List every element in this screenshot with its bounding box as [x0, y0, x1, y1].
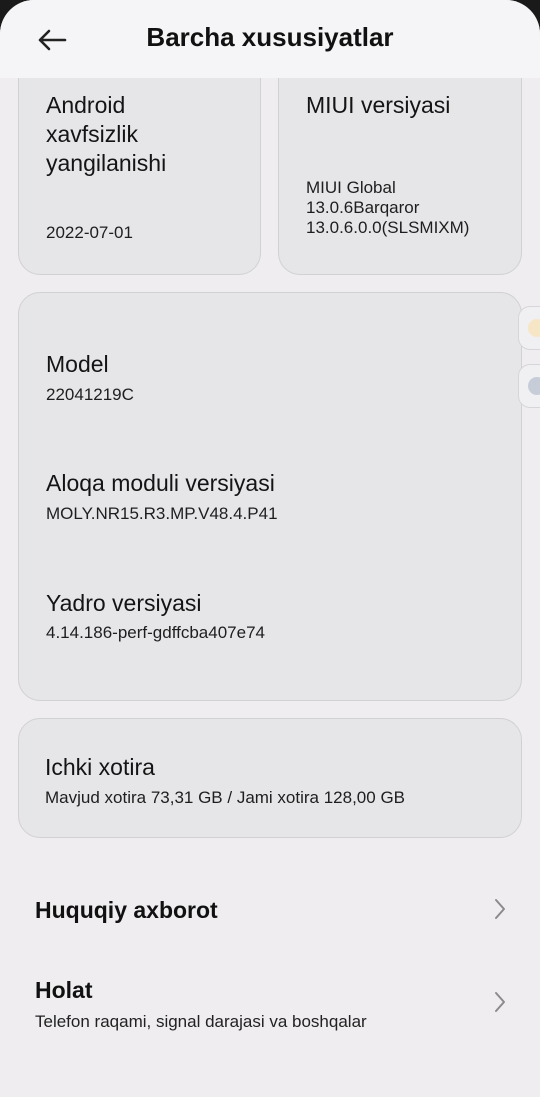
security-patch-card[interactable]: Android xavfsizlik yangilanishi 2022-07-… — [18, 60, 261, 275]
status-subtitle: Telefon raqami, signal darajasi va boshq… — [35, 1012, 367, 1031]
floating-sidebar-handle-2[interactable] — [518, 364, 540, 408]
internal-storage-card[interactable]: Ichki xotira Mavjud xotira 73,31 GB / Ja… — [18, 718, 522, 838]
legal-information-title: Huquqiy axborot — [35, 897, 218, 923]
baseband-value: MOLY.NR15.R3.MP.V48.4.P41 — [46, 504, 278, 523]
floating-sidebar-handle-1[interactable] — [518, 306, 540, 350]
model-value[interactable]: 22041219C — [46, 385, 134, 405]
security-patch-label: Android xavfsizlik yangilanishi — [46, 91, 166, 178]
chevron-right-icon — [495, 899, 505, 919]
model-label: Model — [46, 351, 109, 377]
miui-version-value-line-1: MIUI Global — [306, 178, 396, 197]
miui-version-card[interactable]: MIUI versiyasi MIUI Global 13.0.6Barqaro… — [278, 60, 522, 275]
baseband-label: Aloqa moduli versiyasi — [46, 470, 275, 496]
storage-label: Ichki xotira — [45, 754, 155, 780]
floating-app-icon — [528, 377, 540, 395]
legal-information-item[interactable]: Huquqiy axborot — [0, 870, 540, 950]
device-details-card: Model 22041219C Aloqa moduli versiyasi M… — [18, 292, 522, 701]
miui-version-value-line-2: 13.0.6Barqaror — [306, 198, 420, 217]
kernel-value: 4.14.186-perf-gdffcba407e74 — [46, 623, 265, 642]
security-patch-label-line-2: xavfsizlik — [46, 121, 139, 147]
page-title: Barcha xususiyatlar — [146, 22, 394, 52]
top-app-bar: Barcha xususiyatlar — [0, 0, 540, 78]
screen: Android xavfsizlik yangilanishi 2022-07-… — [0, 0, 540, 1097]
storage-value: Mavjud xotira 73,31 GB / Jami xotira 128… — [45, 788, 406, 807]
security-patch-label-line-3: yangilanishi — [46, 150, 167, 176]
status-item[interactable]: Holat Telefon raqami, signal darajasi va… — [0, 950, 540, 1050]
miui-version-value: MIUI Global 13.0.6Barqaror 13.0.6.0.0(SL… — [306, 178, 469, 238]
miui-version-value-line-3: 13.0.6.0.0(SLSMIXM) — [306, 218, 470, 237]
miui-version-label: MIUI versiyasi — [306, 92, 451, 118]
floating-app-icon — [528, 319, 540, 337]
status-title: Holat — [35, 977, 93, 1003]
chevron-right-icon — [495, 992, 505, 1012]
kernel-label: Yadro versiyasi — [46, 590, 202, 616]
security-patch-label-line-1: Android — [46, 92, 126, 118]
security-patch-value: 2022-07-01 — [46, 223, 133, 242]
